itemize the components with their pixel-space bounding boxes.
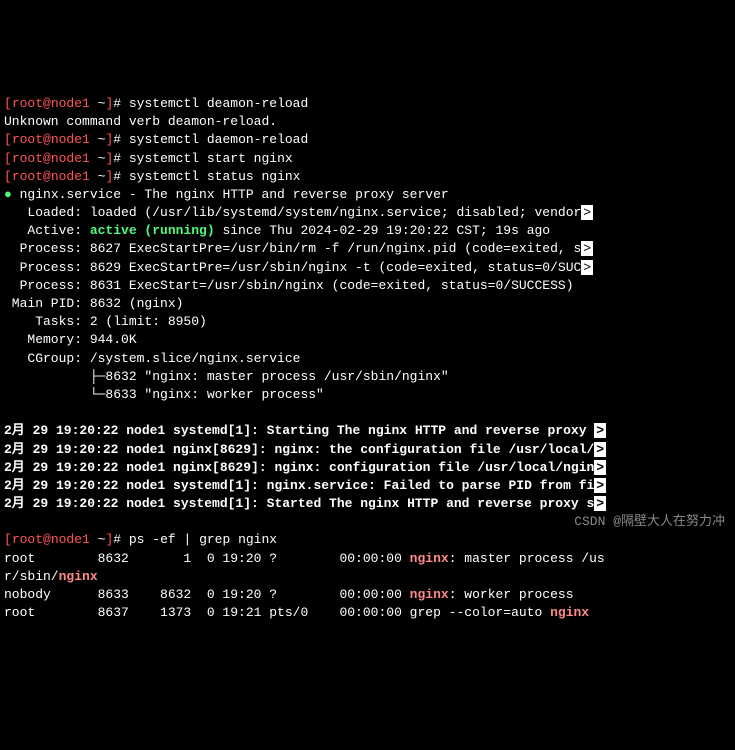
ps-row-3: root 8637 1373 0 19:21 pts/0 00:00:00 gr… xyxy=(4,605,589,620)
journal-line-1: 2月 29 19:20:22 node1 systemd[1]: Startin… xyxy=(4,423,606,438)
process-line-2: Process: 8629 ExecStartPre=/usr/sbin/ngi… xyxy=(4,260,593,275)
service-header: ● nginx.service - The nginx HTTP and rev… xyxy=(4,187,449,202)
prompt-2: [root@node1 ~]# systemctl daemon-reload xyxy=(4,132,308,147)
scroll-indicator-icon: > xyxy=(594,478,606,493)
scroll-indicator-icon: > xyxy=(594,496,606,511)
blank-line xyxy=(4,405,12,420)
process-tree-1: ├─8632 "nginx: master process /usr/sbin/… xyxy=(4,369,449,384)
prompt-4: [root@node1 ~]# systemctl status nginx xyxy=(4,169,301,184)
loaded-line: Loaded: loaded (/usr/lib/systemd/system/… xyxy=(4,205,593,220)
memory-line: Memory: 944.0K xyxy=(4,332,137,347)
prompt-5: [root@node1 ~]# ps -ef | grep nginx xyxy=(4,532,277,547)
tasks-line: Tasks: 2 (limit: 8950) xyxy=(4,314,207,329)
active-line: Active: active (running) since Thu 2024-… xyxy=(4,223,550,238)
journal-line-3: 2月 29 19:20:22 node1 nginx[8629]: nginx:… xyxy=(4,460,606,475)
scroll-indicator-icon: > xyxy=(581,260,593,275)
command-3: systemctl start nginx xyxy=(129,151,293,166)
prompt-1: [root@node1 ~]# systemctl deamon-reload xyxy=(4,96,308,111)
prompt-3: [root@node1 ~]# systemctl start nginx xyxy=(4,151,293,166)
error-line: Unknown command verb deamon-reload. xyxy=(4,114,277,129)
status-dot-icon: ● xyxy=(4,187,12,202)
journal-line-2: 2月 29 19:20:22 node1 nginx[8629]: nginx:… xyxy=(4,442,606,457)
active-status: active (running) xyxy=(90,223,215,238)
command-1: systemctl deamon-reload xyxy=(129,96,308,111)
grep-match: nginx xyxy=(550,605,589,620)
blank-line xyxy=(4,514,12,529)
watermark: CSDN @隔壁大人在努力冲 xyxy=(574,513,725,531)
process-line-3: Process: 8631 ExecStart=/usr/sbin/nginx … xyxy=(4,278,574,293)
ps-row-1-wrap: r/sbin/nginx xyxy=(4,569,98,584)
scroll-indicator-icon: > xyxy=(594,423,606,438)
terminal-output: [root@node1 ~]# systemctl deamon-reload … xyxy=(4,77,731,623)
journal-line-5: 2月 29 19:20:22 node1 systemd[1]: Started… xyxy=(4,496,606,511)
grep-match: nginx xyxy=(410,587,449,602)
main-pid-line: Main PID: 8632 (nginx) xyxy=(4,296,183,311)
process-line-1: Process: 8627 ExecStartPre=/usr/bin/rm -… xyxy=(4,241,593,256)
scroll-indicator-icon: > xyxy=(581,205,593,220)
grep-match: nginx xyxy=(59,569,98,584)
process-tree-2: └─8633 "nginx: worker process" xyxy=(4,387,324,402)
scroll-indicator-icon: > xyxy=(581,241,593,256)
command-2: systemctl daemon-reload xyxy=(129,132,308,147)
command-4: systemctl status nginx xyxy=(129,169,301,184)
scroll-indicator-icon: > xyxy=(594,460,606,475)
command-5: ps -ef | grep nginx xyxy=(129,532,277,547)
journal-line-4: 2月 29 19:20:22 node1 systemd[1]: nginx.s… xyxy=(4,478,606,493)
ps-row-2: nobody 8633 8632 0 19:20 ? 00:00:00 ngin… xyxy=(4,587,574,602)
scroll-indicator-icon: > xyxy=(594,442,606,457)
cgroup-line: CGroup: /system.slice/nginx.service xyxy=(4,351,300,366)
